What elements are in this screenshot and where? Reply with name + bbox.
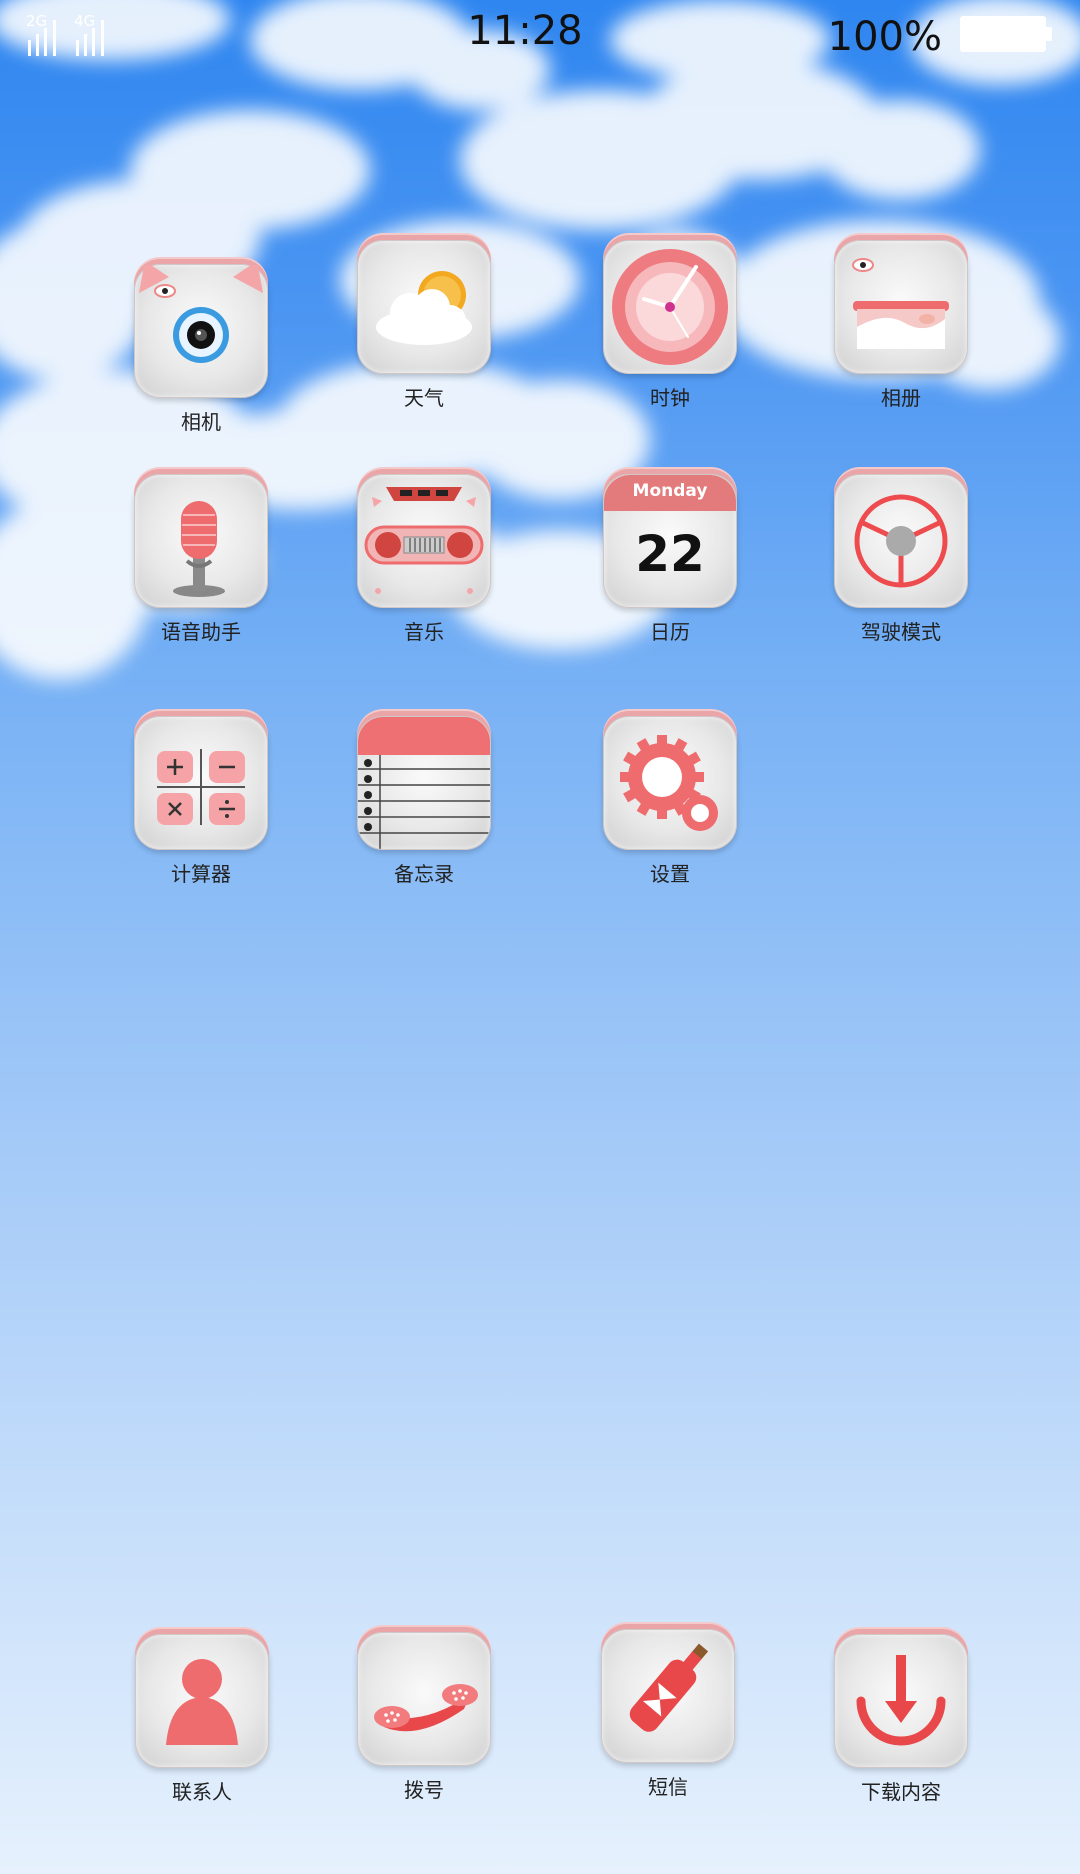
app-label: 设置 [650,862,690,886]
microphone-icon [134,474,268,608]
battery-tip [1046,27,1052,41]
camera-icon [134,264,268,398]
phone-icon [357,1632,491,1766]
status-bar: 2G 4G 11:28 100% [0,0,1080,70]
message-bottle-icon [601,1629,735,1763]
cassette-radio-icon [357,474,491,608]
calendar-icon: Monday 22 [603,474,737,608]
download-icon [834,1634,968,1768]
clock-icon [603,240,737,374]
person-icon [135,1634,269,1768]
app-label: 计算器 [171,862,231,886]
app-label: 语音助手 [161,620,241,644]
app-label: 天气 [404,386,444,410]
weather-icon [357,240,491,374]
calculator-icon [134,716,268,850]
app-label: 联系人 [172,1780,232,1804]
app-label: 驾驶模式 [861,620,941,644]
app-label: 短信 [648,1775,688,1799]
calendar-date: 22 [635,525,705,583]
app-label: 相机 [181,410,221,434]
app-label: 相册 [881,386,921,410]
notepad-icon [357,716,491,850]
calendar-day: Monday [632,481,708,501]
gear-icon [603,716,737,850]
app-label: 拨号 [404,1778,444,1802]
app-label: 音乐 [404,620,444,644]
battery-icon [960,16,1046,52]
app-label: 时钟 [650,386,690,410]
photo-album-icon [834,240,968,374]
steering-wheel-icon [834,474,968,608]
app-label: 备忘录 [394,862,454,886]
app-label: 日历 [650,620,690,644]
battery-percentage: 100% [827,14,942,60]
app-label: 下载内容 [861,1780,941,1804]
